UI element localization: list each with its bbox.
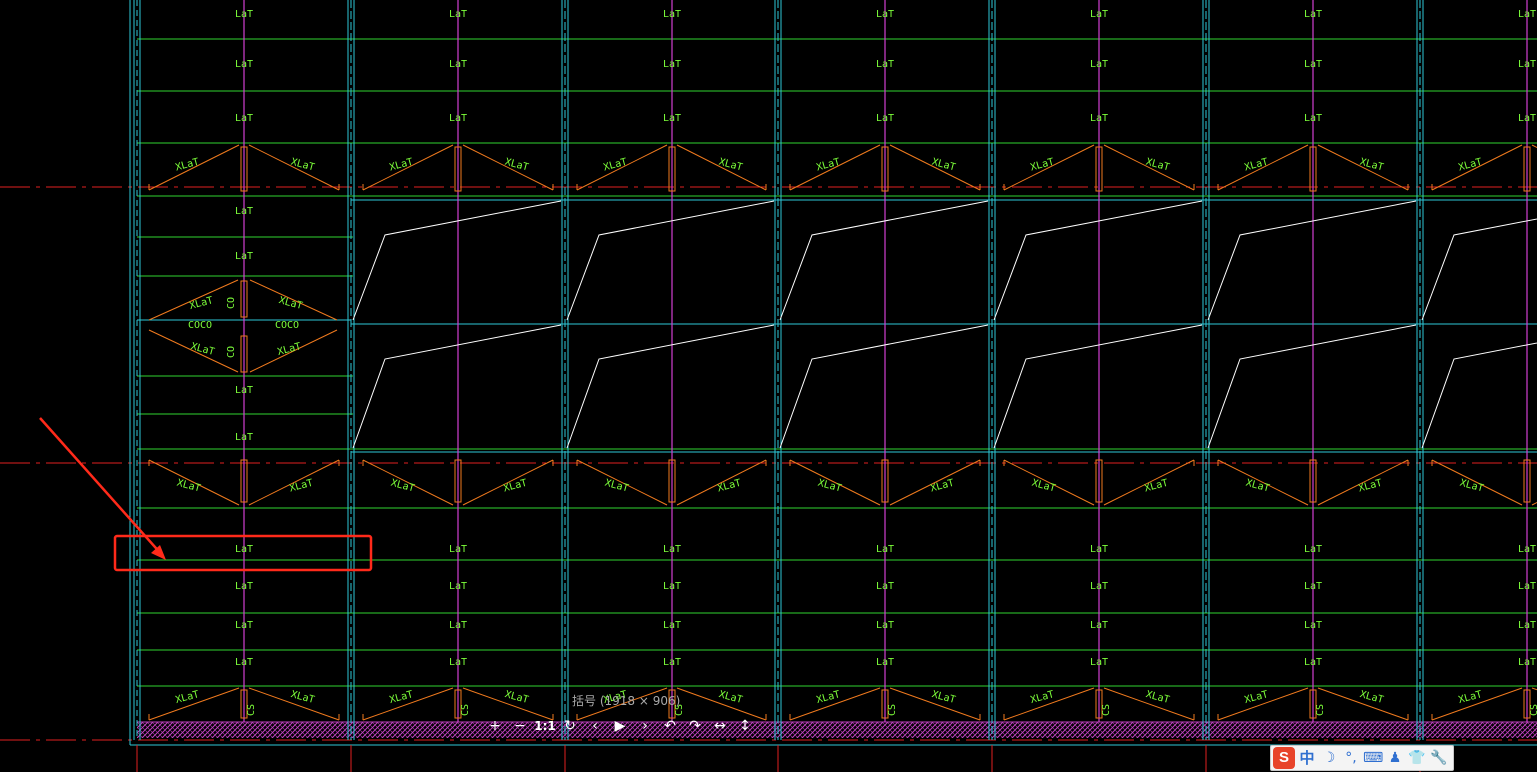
label-lat: LaT [1518, 113, 1536, 124]
label-lat: LaT [663, 544, 681, 555]
label-lat: LaT [235, 544, 253, 555]
label-lat: LaT [1518, 9, 1536, 20]
label-lat: LaT [235, 432, 253, 443]
label-lat: LaT [449, 581, 467, 592]
label-cs: CS [246, 704, 257, 716]
previous-button[interactable]: ‹ [584, 716, 606, 736]
label-lat: LaT [1090, 620, 1108, 631]
rotate-left-button[interactable]: ↶ [659, 716, 681, 736]
label-lat: LaT [876, 113, 894, 124]
label-lat: LaT [663, 9, 681, 20]
image-caption: 括号 (1918 × 906) [572, 694, 681, 708]
label-lat: LaT [663, 581, 681, 592]
ground-hatch [137, 722, 1537, 738]
label-lat: LaT [449, 657, 467, 668]
zoom-out-button[interactable]: − [509, 716, 531, 736]
label-lat: LaT [449, 544, 467, 555]
settings-wrench-icon[interactable]: 🔧 [1429, 747, 1449, 769]
label-lat: LaT [1518, 544, 1536, 555]
label-coco: COCO [188, 320, 212, 331]
label-lat: LaT [449, 113, 467, 124]
label-lat: LaT [876, 544, 894, 555]
label-lat: LaT [1090, 59, 1108, 70]
ime-toolbar: S 中 ☽ °, ⌨ ♟ 👕 🔧 [1270, 745, 1454, 771]
label-cs: CS [887, 704, 898, 716]
label-lat: LaT [1304, 620, 1322, 631]
label-lat: LaT [663, 620, 681, 631]
label-lat: LaT [235, 251, 253, 262]
label-lat: LaT [1518, 59, 1536, 70]
zoom-in-button[interactable]: + [484, 716, 506, 736]
label-lat: LaT [1304, 59, 1322, 70]
label-lat: LaT [1090, 113, 1108, 124]
label-lat: LaT [1518, 581, 1536, 592]
actual-size-button[interactable]: 1:1 [534, 716, 556, 736]
play-button[interactable]: ▶ [609, 716, 631, 736]
chinese-mode-toggle[interactable]: 中 [1297, 747, 1317, 769]
label-lat: LaT [1090, 657, 1108, 668]
label-lat: LaT [1518, 620, 1536, 631]
label-lat: LaT [1304, 9, 1322, 20]
sogou-logo-icon[interactable]: S [1273, 747, 1295, 769]
label-lat: LaT [449, 620, 467, 631]
label-lat: LaT [235, 385, 253, 396]
flip-horizontal-button[interactable]: ↔ [709, 716, 731, 736]
label-lat: LaT [235, 657, 253, 668]
label-lat: LaT [235, 206, 253, 217]
image-viewer-toolbar: + − 1:1 ↻ ‹ ▶ › ↶ ↷ ↔ ↕ [484, 716, 756, 736]
next-button[interactable]: › [634, 716, 656, 736]
label-lat: LaT [235, 9, 253, 20]
label-lat: LaT [876, 581, 894, 592]
label-lat: LaT [663, 113, 681, 124]
label-co: CO [226, 297, 237, 309]
label-lat: LaT [663, 59, 681, 70]
label-lat: LaT [235, 620, 253, 631]
punctuation-icon[interactable]: °, [1341, 747, 1361, 769]
label-lat: LaT [1304, 544, 1322, 555]
label-lat: LaT [235, 59, 253, 70]
label-cs: CS [1315, 704, 1326, 716]
label-lat: LaT [1090, 9, 1108, 20]
label-cs: CS [460, 704, 471, 716]
label-lat: LaT [449, 9, 467, 20]
label-lat: LaT [449, 59, 467, 70]
label-lat: LaT [1090, 544, 1108, 555]
user-icon[interactable]: ♟ [1385, 747, 1405, 769]
label-lat: LaT [1304, 581, 1322, 592]
label-lat: LaT [876, 9, 894, 20]
label-coco: COCO [275, 320, 299, 331]
soft-keyboard-icon[interactable]: ⌨ [1363, 747, 1383, 769]
label-lat: LaT [1304, 113, 1322, 124]
label-co: CO [226, 346, 237, 358]
label-cs: CS [1529, 704, 1537, 716]
flip-vertical-button[interactable]: ↕ [734, 716, 756, 736]
label-lat: LaT [1518, 657, 1536, 668]
cad-drawing-canvas[interactable]: LaTLaTLaTLaTLaTLaTLaTXLaT XLaTXLaT XLaTXLa… [0, 0, 1537, 772]
label-lat: LaT [1090, 581, 1108, 592]
rotate-right-button[interactable]: ↷ [684, 716, 706, 736]
label-lat: LaT [876, 620, 894, 631]
half-width-icon[interactable]: ☽ [1319, 747, 1339, 769]
label-lat: LaT [235, 113, 253, 124]
label-lat: LaT [663, 657, 681, 668]
reset-button[interactable]: ↻ [559, 716, 581, 736]
label-cs: CS [1101, 704, 1112, 716]
label-lat: LaT [1304, 657, 1322, 668]
label-lat: LaT [876, 657, 894, 668]
label-lat: LaT [876, 59, 894, 70]
skin-icon[interactable]: 👕 [1407, 747, 1427, 769]
label-lat: LaT [235, 581, 253, 592]
